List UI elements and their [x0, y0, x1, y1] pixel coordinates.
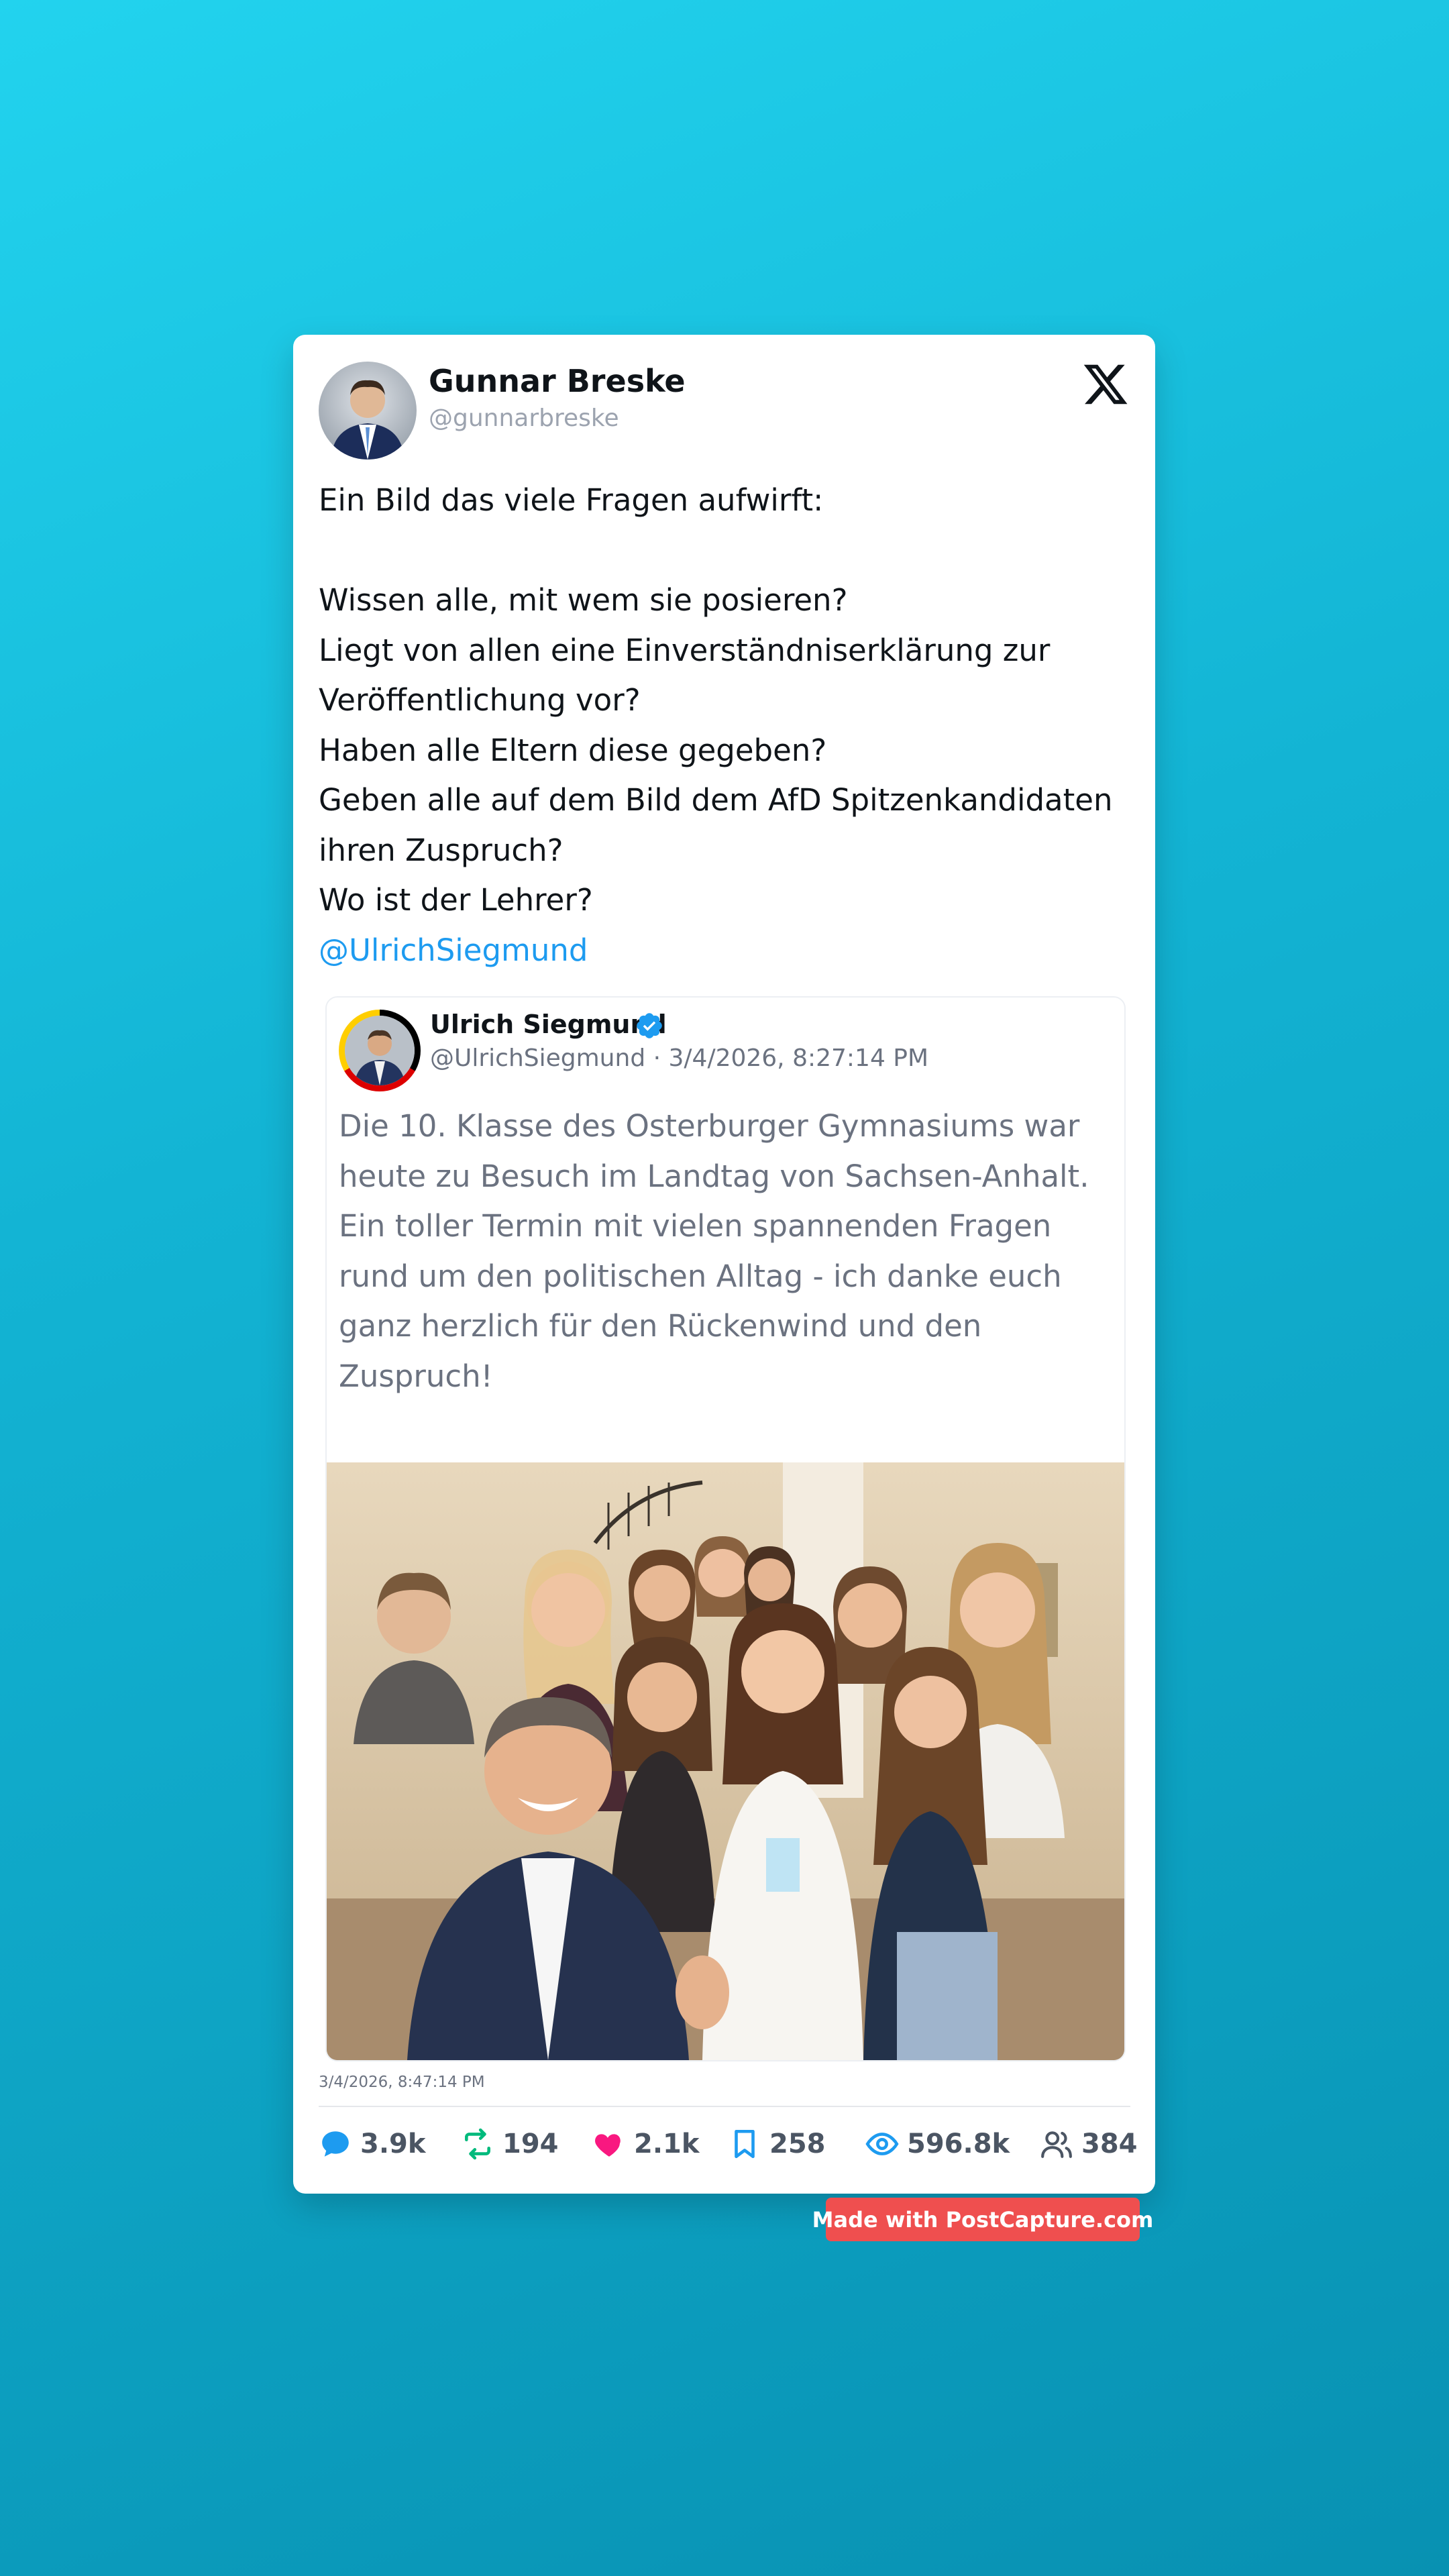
reply-icon [322, 2131, 349, 2157]
like-icon [595, 2134, 621, 2157]
author-name[interactable]: Gunnar Breske [429, 363, 686, 399]
author-handle[interactable]: @gunnarbreske [429, 405, 619, 432]
like-button[interactable]: 2.1k [592, 2124, 699, 2164]
repost-button[interactable]: 194 [461, 2124, 559, 2164]
divider [319, 2106, 1130, 2107]
followers-stat[interactable]: 384 [1040, 2124, 1138, 2164]
verified-badge-icon [637, 1013, 662, 1038]
x-logo-icon[interactable] [1081, 360, 1130, 409]
followers-icon [1041, 2131, 1072, 2158]
quoted-text: Die 10. Klasse des Osterburger Gymnasium… [339, 1108, 1089, 1494]
post-card: Gunnar Breske @gunnarbreske Ein Bild das… [293, 335, 1155, 2194]
reply-button[interactable]: 3.9k [319, 2124, 425, 2164]
followers-count: 384 [1081, 2129, 1138, 2159]
bookmark-count: 258 [769, 2129, 826, 2159]
bookmark-button[interactable]: 258 [728, 2124, 826, 2164]
quoted-photo[interactable] [327, 1462, 1124, 2060]
post-timestamp: 3/4/2026, 8:47:14 PM [319, 2074, 485, 2091]
views-count: 596.8k [907, 2129, 1010, 2159]
like-count: 2.1k [634, 2129, 700, 2159]
quoted-author-avatar[interactable] [339, 1010, 421, 1091]
quoted-author-name[interactable]: Ulrich Siegmund [430, 1010, 667, 1039]
postcapture-watermark[interactable]: Made with PostCapture.com [812, 2198, 1153, 2241]
quoted-meta: @UlrichSiegmund · 3/4/2026, 8:27:14 PM [430, 1044, 929, 1072]
quoted-post[interactable]: Ulrich Siegmund @UlrichSiegmund · 3/4/20… [325, 996, 1126, 2061]
post-body-text: Ein Bild das viele Fragen aufwirft: Wiss… [319, 482, 1113, 918]
views-icon [865, 2133, 899, 2155]
author-avatar[interactable] [319, 362, 417, 460]
repost-count: 194 [502, 2129, 559, 2159]
bookmark-icon [735, 2129, 755, 2159]
views-stat[interactable]: 596.8k [865, 2124, 1010, 2164]
reply-count: 3.9k [360, 2129, 426, 2159]
repost-icon [465, 2128, 490, 2160]
mention-link[interactable]: @UlrichSiegmund [319, 932, 588, 968]
post-text: Ein Bild das viele Fragen aufwirft: Wiss… [319, 476, 1130, 975]
